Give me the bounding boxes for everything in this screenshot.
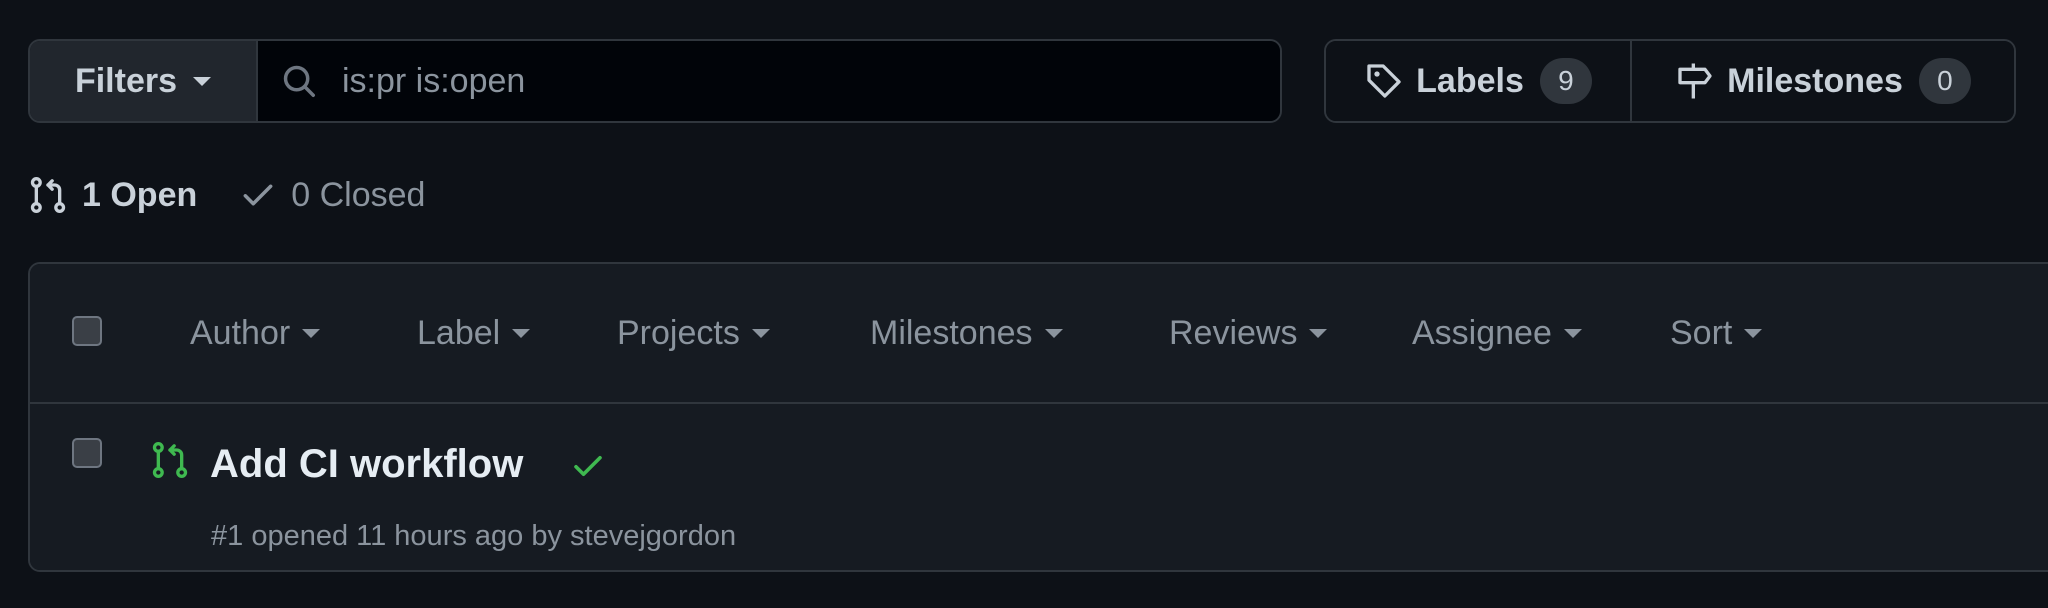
search-icon [283, 65, 315, 97]
pr-title-link[interactable]: Add CI workflow [210, 442, 523, 487]
labels-button-label: Labels [1416, 61, 1524, 100]
label-filter[interactable]: Label [417, 314, 531, 353]
label-filter-label: Label [417, 314, 501, 352]
labels-button[interactable]: Labels 9 [1326, 41, 1632, 121]
milestones-filter[interactable]: Milestones [870, 314, 1063, 353]
reviews-filter[interactable]: Reviews [1169, 314, 1328, 353]
chevron-down-icon [751, 329, 770, 338]
assignee-filter-label: Assignee [1412, 314, 1552, 352]
open-tab[interactable]: 1 Open [28, 175, 197, 215]
reviews-filter-label: Reviews [1169, 314, 1298, 352]
milestone-icon [1678, 63, 1712, 99]
chevron-down-icon [1309, 329, 1328, 338]
filters-button[interactable]: Filters [30, 41, 258, 121]
pull-request-list: Author Label Projects Milestones Reviews… [28, 262, 2048, 572]
projects-filter[interactable]: Projects [617, 314, 770, 353]
list-item: Add CI workflow #1 opened 11 hours ago b… [30, 404, 2048, 570]
closed-count-label: 0 Closed [291, 175, 426, 214]
chevron-down-icon [302, 329, 321, 338]
git-pull-request-open-icon [152, 442, 188, 479]
labels-milestones-group: Labels 9 Milestones 0 [1324, 39, 2016, 123]
author-filter[interactable]: Author [190, 314, 321, 353]
assignee-filter[interactable]: Assignee [1412, 314, 1582, 353]
closed-tab[interactable]: 0 Closed [239, 176, 425, 215]
chevron-down-icon [1563, 329, 1582, 338]
tag-icon [1367, 64, 1401, 98]
filters-button-label: Filters [74, 61, 178, 100]
projects-filter-label: Projects [617, 314, 740, 352]
filter-bar: Filters Labels 9 Milestone [28, 39, 2016, 123]
pr-meta: #1 opened 11 hours ago by stevejgordon [211, 520, 737, 552]
git-pull-request-icon [30, 177, 66, 214]
sort-filter-label: Sort [1670, 314, 1733, 352]
sort-filter[interactable]: Sort [1670, 314, 1763, 353]
search-input[interactable] [340, 60, 1280, 102]
milestones-button[interactable]: Milestones 0 [1632, 41, 2014, 121]
chevron-down-icon [1744, 329, 1763, 338]
list-header: Author Label Projects Milestones Reviews… [30, 264, 2048, 404]
row-checkbox[interactable] [72, 438, 102, 468]
select-all-checkbox[interactable] [72, 316, 102, 346]
milestones-button-label: Milestones [1727, 61, 1903, 100]
open-count-label: 1 Open [82, 175, 198, 214]
chevron-down-icon [512, 329, 531, 338]
author-filter-label: Author [190, 314, 291, 352]
milestones-filter-label: Milestones [870, 314, 1033, 352]
check-icon [243, 184, 273, 206]
chevron-down-icon [193, 76, 212, 86]
search-box[interactable] [258, 41, 1280, 121]
pr-state-toggle: 1 Open 0 Closed [28, 170, 425, 220]
ci-success-check-icon[interactable] [570, 448, 606, 484]
labels-count-badge: 9 [1539, 58, 1592, 104]
milestones-count-badge: 0 [1918, 58, 1971, 104]
chevron-down-icon [1044, 329, 1063, 338]
search-filter-group: Filters [28, 39, 1282, 123]
